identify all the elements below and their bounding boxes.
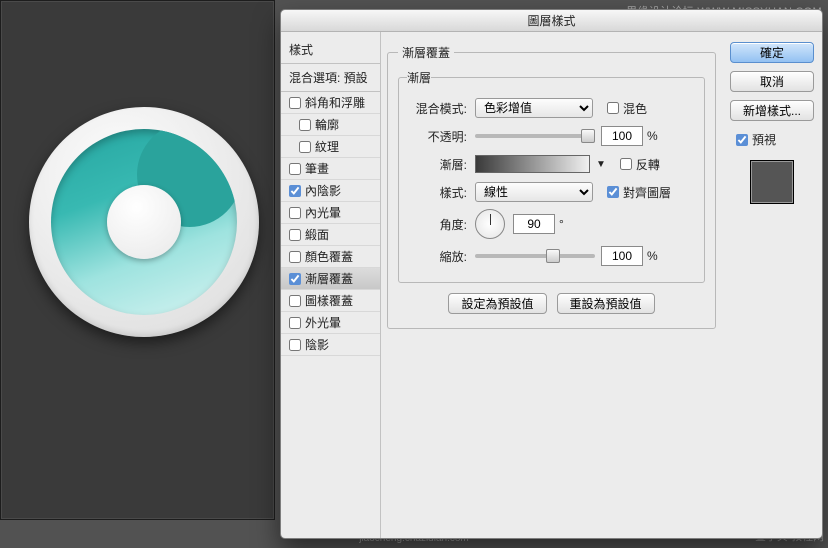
preview-checkbox[interactable] [736,134,748,146]
style-list-item[interactable]: 圖樣覆蓋 [281,290,380,312]
preview-swatch [750,160,794,204]
layer-style-dialog: 圖層樣式 樣式 混合選項: 預設 斜角和浮雕輪廓紋理筆畫內陰影內光暈緞面顏色覆蓋… [280,9,823,539]
dither-label: 混色 [623,100,647,117]
dialog-body: 樣式 混合選項: 預設 斜角和浮雕輪廓紋理筆畫內陰影內光暈緞面顏色覆蓋漸層覆蓋圖… [281,32,822,538]
style-checkbox[interactable] [289,295,301,307]
style-checkbox[interactable] [289,339,301,351]
align-label: 對齊圖層 [623,184,671,201]
style-list-item[interactable]: 內光暈 [281,202,380,224]
style-checkbox[interactable] [289,251,301,263]
style-item-label: 輪廓 [315,116,339,133]
scale-label: 縮放: [407,248,475,265]
style-checkbox[interactable] [289,163,301,175]
style-list-column: 樣式 混合選項: 預設 斜角和浮雕輪廓紋理筆畫內陰影內光暈緞面顏色覆蓋漸層覆蓋圖… [281,32,381,538]
default-buttons-row: 設定為預設值 重設為預設值 [398,293,705,314]
style-item-label: 緞面 [305,226,329,243]
opacity-row: 不透明: % [407,122,696,150]
gradient-overlay-legend: 漸層覆蓋 [398,44,454,61]
align-checkbox-wrap[interactable]: 對齊圖層 [607,184,671,201]
icon-artwork [29,107,259,337]
icon-outer-ring [29,107,259,337]
style-label: 樣式: [407,184,475,201]
opacity-slider[interactable] [475,134,595,138]
style-list-item[interactable]: 陰影 [281,334,380,356]
opacity-label: 不透明: [407,128,475,145]
scale-slider[interactable] [475,254,595,258]
style-checkbox[interactable] [289,317,301,329]
right-button-column: 確定 取消 新增樣式... 預視 [724,32,822,538]
blend-mode-label: 混合模式: [407,100,475,117]
cancel-button[interactable]: 取消 [730,71,814,92]
document-panel [0,0,275,520]
style-item-label: 漸層覆蓋 [305,270,353,287]
blend-mode-row: 混合模式: 色彩增值 混色 [407,94,696,122]
reverse-checkbox[interactable] [620,158,632,170]
angle-value[interactable] [513,214,555,234]
style-item-label: 圖樣覆蓋 [305,292,353,309]
reset-default-button[interactable]: 重設為預設值 [557,293,655,314]
dialog-title: 圖層樣式 [281,10,822,32]
style-item-label: 顏色覆蓋 [305,248,353,265]
new-style-button[interactable]: 新增樣式... [730,100,814,121]
style-item-label: 筆畫 [305,160,329,177]
gradient-inner-fieldset: 漸層 混合模式: 色彩增值 混色 不透明: [398,69,705,283]
icon-center-dot [107,185,181,259]
align-checkbox[interactable] [607,186,619,198]
gradient-overlay-fieldset: 漸層覆蓋 漸層 混合模式: 色彩增值 混色 不透明: [387,44,716,329]
style-item-label: 陰影 [305,336,329,353]
style-checkbox[interactable] [289,185,301,197]
make-default-button[interactable]: 設定為預設值 [448,293,546,314]
style-checkbox[interactable] [289,207,301,219]
style-list-item[interactable]: 筆畫 [281,158,380,180]
opacity-value[interactable] [601,126,643,146]
angle-label: 角度: [407,216,475,233]
style-list-item[interactable]: 紋理 [281,136,380,158]
style-item-label: 內光暈 [305,204,341,221]
style-list-header[interactable]: 樣式 [281,36,380,64]
blend-options-header[interactable]: 混合選項: 預設 [281,64,380,92]
gradient-inner-legend: 漸層 [407,69,431,86]
gradient-row: 漸層: ▼ 反轉 [407,150,696,178]
style-item-label: 紋理 [315,138,339,155]
reverse-checkbox-wrap[interactable]: 反轉 [620,156,660,173]
style-list-item[interactable]: 輪廓 [281,114,380,136]
dither-checkbox-wrap[interactable]: 混色 [607,100,647,117]
chevron-down-icon[interactable]: ▼ [596,159,606,170]
opacity-percent: % [647,129,658,143]
angle-dial[interactable] [475,209,505,239]
scale-percent: % [647,249,658,263]
preview-label: 預視 [752,131,776,148]
style-checkbox[interactable] [299,119,311,131]
scale-value[interactable] [601,246,643,266]
preview-checkbox-wrap[interactable]: 預視 [736,131,814,148]
gradient-preview[interactable] [475,155,590,173]
style-checkbox[interactable] [289,273,301,285]
style-list-item[interactable]: 內陰影 [281,180,380,202]
style-list-item[interactable]: 漸層覆蓋 [281,268,380,290]
settings-column: 漸層覆蓋 漸層 混合模式: 色彩增值 混色 不透明: [381,32,724,538]
style-checkbox[interactable] [289,97,301,109]
style-checkbox[interactable] [299,141,311,153]
reverse-label: 反轉 [636,156,660,173]
angle-row: 角度: ° [407,206,696,242]
gradient-label: 漸層: [407,156,475,173]
style-list-item[interactable]: 顏色覆蓋 [281,246,380,268]
style-item-label: 內陰影 [305,182,341,199]
style-list-item[interactable]: 緞面 [281,224,380,246]
style-row: 樣式: 線性 對齊圖層 [407,178,696,206]
style-list-item[interactable]: 斜角和浮雕 [281,92,380,114]
style-list-item[interactable]: 外光暈 [281,312,380,334]
angle-degree: ° [559,217,564,231]
style-item-label: 斜角和浮雕 [305,94,365,111]
style-checkbox[interactable] [289,229,301,241]
blend-mode-select[interactable]: 色彩增值 [475,98,593,118]
style-select[interactable]: 線性 [475,182,593,202]
scale-row: 縮放: % [407,242,696,270]
style-item-label: 外光暈 [305,314,341,331]
ok-button[interactable]: 確定 [730,42,814,63]
dither-checkbox[interactable] [607,102,619,114]
